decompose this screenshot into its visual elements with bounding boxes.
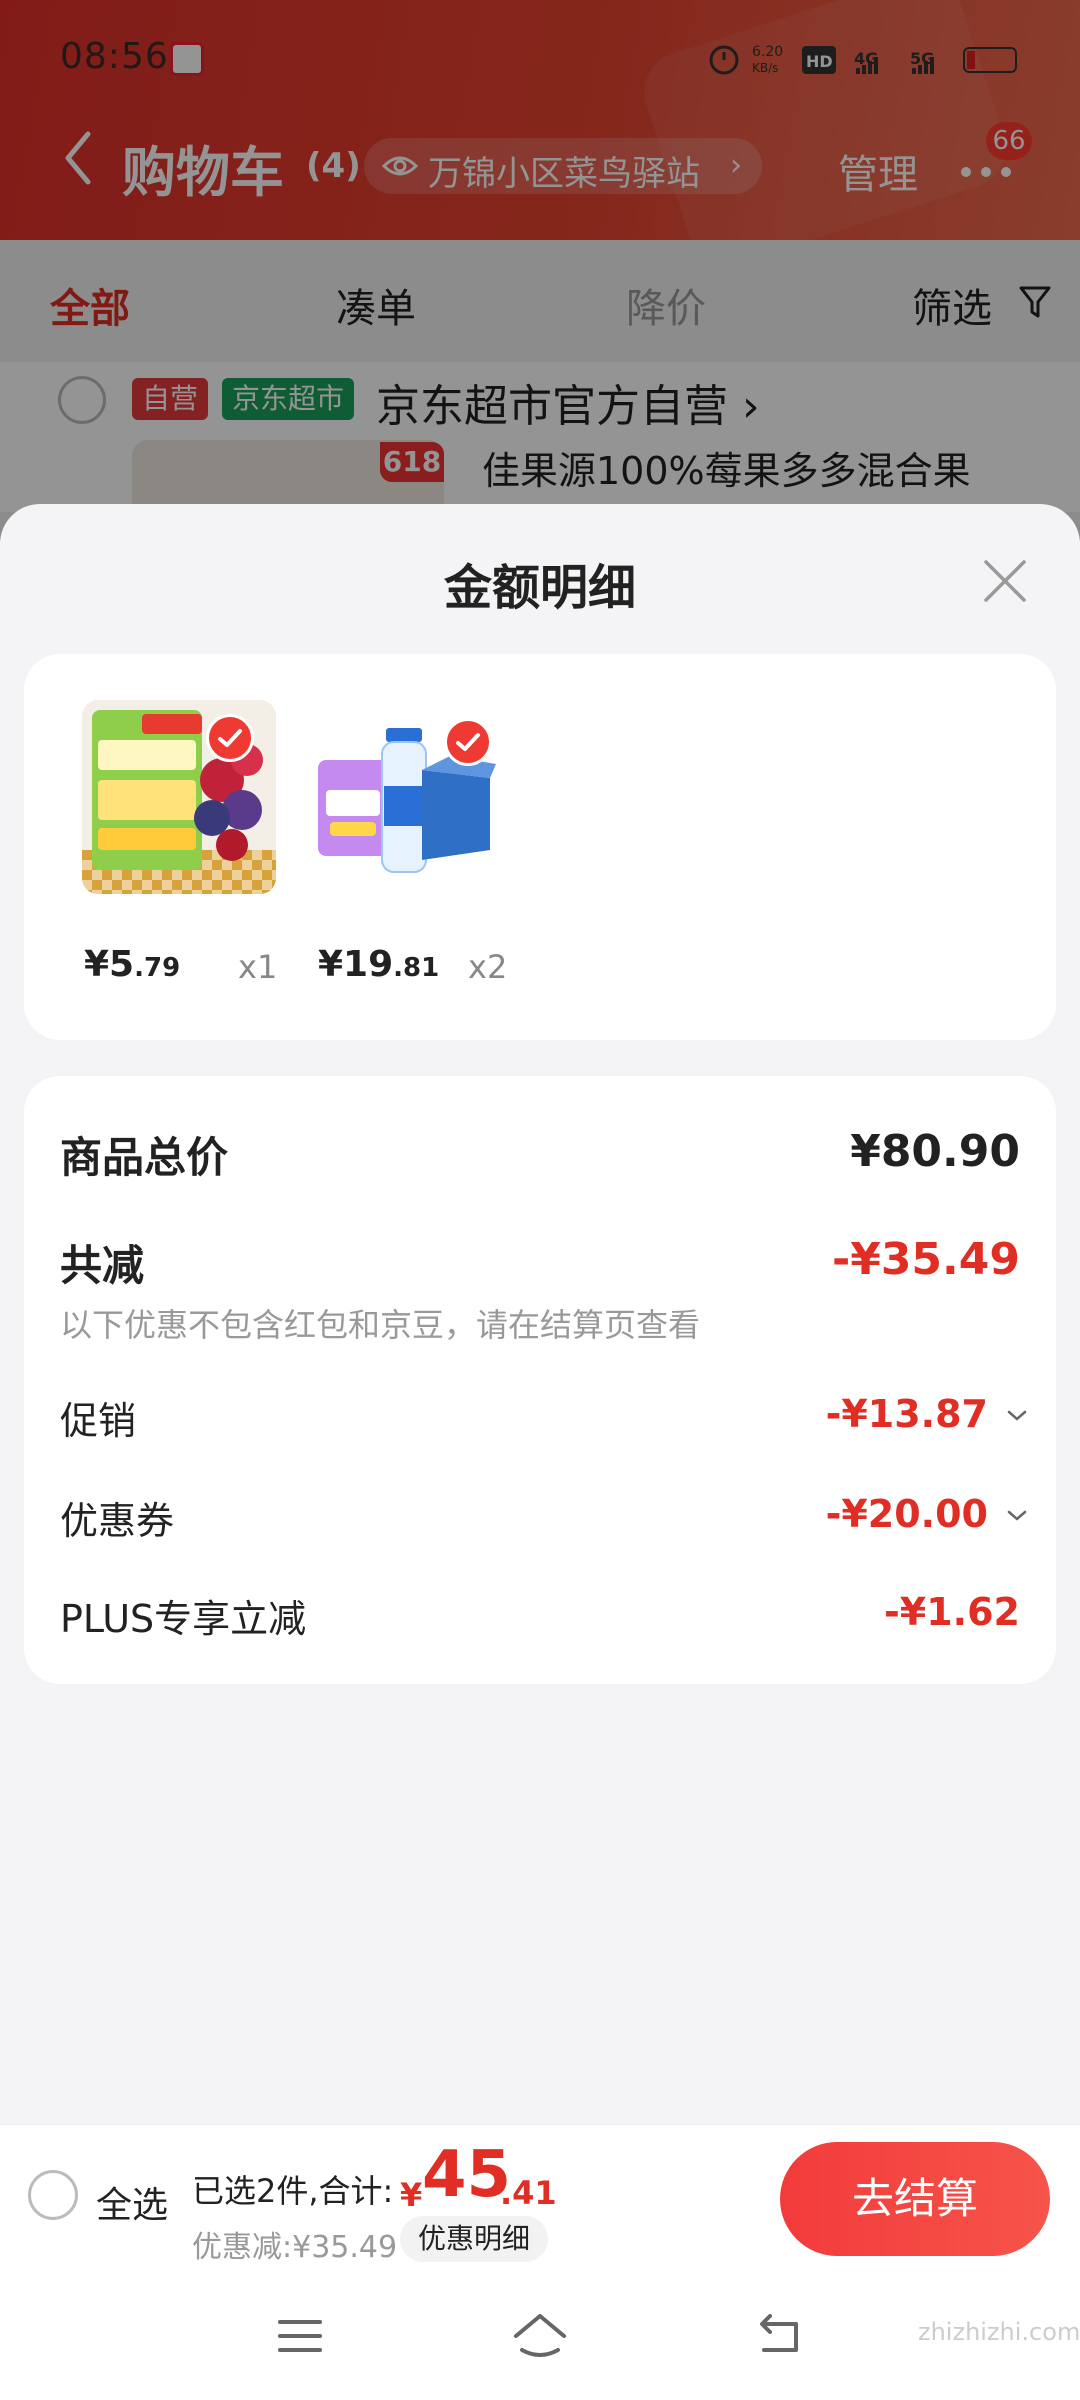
promotion-value[interactable]: -¥13.87 bbox=[826, 1392, 988, 1436]
back-nav-icon[interactable] bbox=[750, 2306, 810, 2366]
total-currency: ¥ bbox=[400, 2176, 423, 2214]
item2-price: ¥19.81 bbox=[318, 944, 440, 985]
plus-discount-label: PLUS专享立减 bbox=[60, 1597, 307, 1641]
total-reduction-label: 共减 bbox=[60, 1241, 145, 1290]
discount-summary: 优惠减:¥35.49 bbox=[192, 2230, 398, 2265]
total-price-value: ¥80.90 bbox=[850, 1126, 1020, 1177]
plus-discount-value: -¥1.62 bbox=[884, 1590, 1020, 1634]
chevron-down-icon[interactable] bbox=[1006, 1508, 1028, 1524]
discount-detail-button[interactable]: 优惠明细 bbox=[400, 2216, 549, 2262]
reduction-note: 以下优惠不包含红包和京豆，请在结算页查看 bbox=[60, 1306, 701, 1344]
menu-icon[interactable] bbox=[270, 2306, 330, 2366]
total-reduction-value: -¥35.49 bbox=[831, 1234, 1020, 1285]
total-amount-integer: 45 bbox=[422, 2138, 512, 2212]
item2-quantity: x2 bbox=[468, 948, 508, 986]
sheet-title: 金额明细 bbox=[443, 560, 636, 616]
select-all-radio[interactable] bbox=[28, 2170, 78, 2220]
coupon-label: 优惠券 bbox=[60, 1499, 175, 1543]
item1-quantity: x1 bbox=[238, 948, 278, 986]
item2-check-icon[interactable] bbox=[444, 718, 492, 766]
item1-price: ¥5.79 bbox=[84, 944, 181, 985]
chevron-down-icon[interactable] bbox=[1006, 1408, 1028, 1424]
select-all-label[interactable]: 全选 bbox=[96, 2176, 168, 2228]
total-amount-decimal: .41 bbox=[500, 2174, 557, 2212]
home-icon[interactable] bbox=[510, 2306, 570, 2366]
checkout-button[interactable]: 去结算 bbox=[780, 2142, 1050, 2256]
close-icon[interactable] bbox=[980, 556, 1030, 606]
promotion-label: 促销 bbox=[60, 1399, 137, 1443]
watermark: zhizhizhi.com bbox=[918, 2318, 1080, 2346]
item1-check-icon[interactable] bbox=[206, 714, 254, 762]
coupon-value[interactable]: -¥20.00 bbox=[826, 1492, 988, 1536]
total-price-label: 商品总价 bbox=[60, 1133, 229, 1182]
selected-count-text: 已选2件,合计: bbox=[192, 2172, 394, 2210]
